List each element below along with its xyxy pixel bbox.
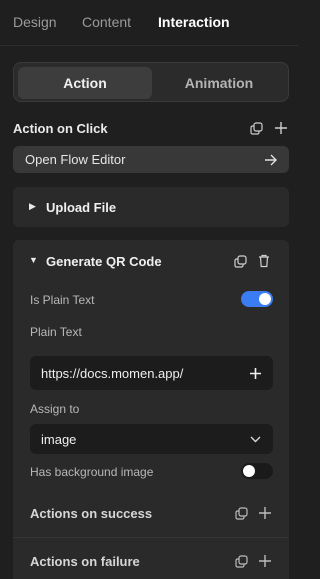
is-plain-text-label: Is Plain Text	[30, 293, 95, 307]
toggle-knob	[259, 293, 271, 305]
copy-icon[interactable]	[234, 554, 248, 568]
add-success-action-icon[interactable]	[257, 505, 273, 521]
duplicate-icon[interactable]	[233, 254, 247, 268]
assign-to-select[interactable]: image	[30, 424, 273, 454]
tab-interaction[interactable]: Interaction	[158, 14, 230, 30]
add-action-icon[interactable]	[273, 120, 289, 136]
divider	[13, 537, 289, 538]
caret-down-icon[interactable]: ▼	[29, 255, 38, 265]
arrow-right-icon	[263, 153, 277, 167]
toggle-knob	[243, 465, 255, 477]
actions-on-failure-label: Actions on failure	[30, 554, 140, 569]
copy-icon[interactable]	[234, 506, 248, 520]
has-background-toggle[interactable]	[241, 463, 273, 479]
tab-design[interactable]: Design	[13, 14, 57, 30]
action-animation-segment: Action Animation	[13, 62, 289, 102]
open-flow-editor-button[interactable]: Open Flow Editor	[13, 146, 289, 173]
trash-icon[interactable]	[257, 253, 271, 269]
action-title-upload-file: Upload File	[46, 200, 117, 215]
plain-text-value: https://docs.momen.app/	[41, 366, 184, 381]
chevron-down-icon	[249, 434, 261, 444]
panel-tabs: Design Content Interaction	[0, 0, 298, 46]
action-title-generate-qr[interactable]: Generate QR Code	[46, 254, 162, 269]
assign-to-value: image	[41, 432, 77, 447]
copy-icon[interactable]	[249, 121, 263, 135]
action-card-upload-file[interactable]: ▶ Upload File	[13, 187, 289, 227]
plain-text-label: Plain Text	[30, 325, 82, 339]
add-failure-action-icon[interactable]	[257, 553, 273, 569]
tab-content[interactable]: Content	[82, 14, 131, 30]
insert-variable-plus-icon[interactable]	[248, 366, 262, 380]
plain-text-field[interactable]: https://docs.momen.app/	[30, 356, 273, 390]
caret-right-icon: ▶	[29, 201, 36, 211]
has-background-label: Has background image	[30, 465, 154, 479]
assign-to-label: Assign to	[30, 402, 80, 416]
is-plain-text-toggle[interactable]	[241, 291, 273, 307]
segment-animation[interactable]: Animation	[152, 67, 286, 99]
actions-on-success-label: Actions on success	[30, 506, 153, 521]
action-on-click-title: Action on Click	[13, 121, 108, 136]
open-flow-editor-label: Open Flow Editor	[25, 152, 126, 167]
segment-action[interactable]: Action	[18, 67, 152, 99]
